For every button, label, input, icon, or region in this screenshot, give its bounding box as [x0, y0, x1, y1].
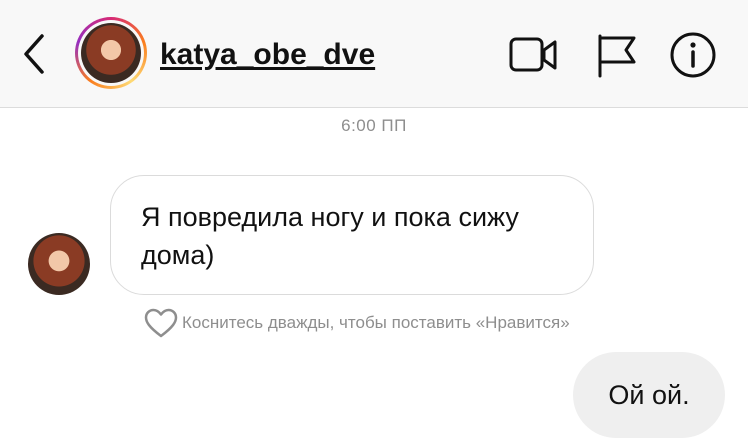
chat-header: katya_obe_dve: [0, 0, 748, 108]
profile-avatar[interactable]: [75, 17, 147, 89]
message-timestamp: 6:00 ПП: [341, 116, 407, 135]
video-call-icon[interactable]: [508, 30, 558, 80]
outgoing-message-bubble[interactable]: Ой ой.: [573, 352, 725, 438]
back-chevron-icon[interactable]: [18, 30, 52, 78]
like-hint-text: Коснитесь дважды, чтобы поставить «Нрави…: [182, 313, 570, 332]
avatar-photo: [81, 23, 141, 83]
double-tap-like-hint: Коснитесь дважды, чтобы поставить «Нрави…: [144, 306, 570, 340]
info-icon[interactable]: [668, 30, 718, 80]
sender-avatar[interactable]: [28, 233, 90, 295]
heart-icon[interactable]: [144, 308, 178, 338]
username-link[interactable]: katya_obe_dve: [160, 38, 375, 72]
incoming-message-bubble[interactable]: Я повредила ногу и пока сижу дома): [110, 175, 594, 295]
report-flag-icon[interactable]: [594, 30, 644, 80]
